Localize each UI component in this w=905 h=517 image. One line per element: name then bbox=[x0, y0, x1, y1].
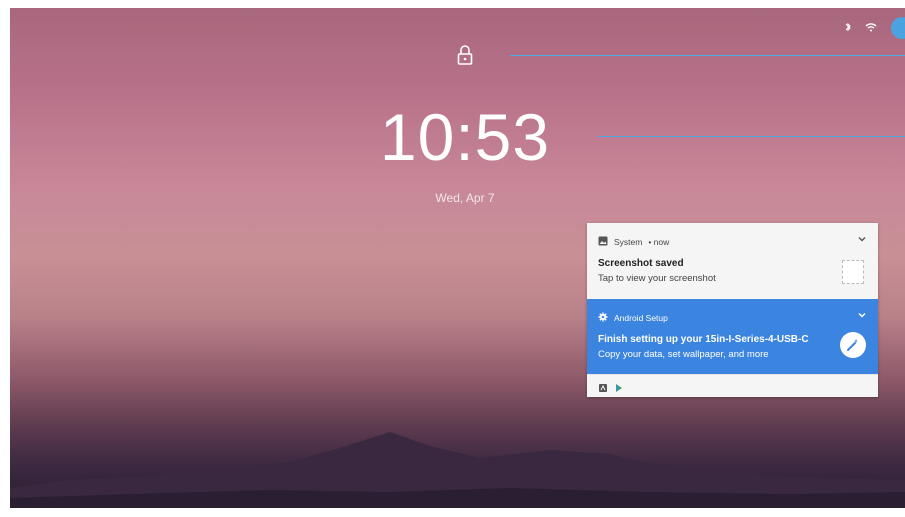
gear-icon bbox=[598, 312, 608, 324]
android-icon bbox=[598, 380, 608, 398]
mountain-silhouette bbox=[10, 432, 905, 508]
notification-header: Android Setup bbox=[598, 312, 668, 324]
notification-header: System • now bbox=[598, 236, 669, 248]
image-icon bbox=[598, 236, 608, 248]
lock-screen: 10:53 Wed, Apr 7 System • now Screenshot… bbox=[10, 8, 905, 508]
notification-stack: System • now Screenshot saved Tap to vie… bbox=[587, 223, 878, 397]
notification-text: Copy your data, set wallpaper, and more bbox=[598, 349, 769, 360]
notification-android-setup[interactable]: Android Setup Finish setting up your 15i… bbox=[587, 299, 878, 374]
status-bar bbox=[845, 17, 905, 39]
magic-wand-icon bbox=[840, 332, 866, 358]
notification-overflow-row[interactable] bbox=[587, 374, 878, 397]
clock-guide-line bbox=[598, 136, 905, 137]
notification-text: Tap to view your screenshot bbox=[598, 273, 716, 284]
notification-meta: • now bbox=[648, 237, 670, 247]
network-icon bbox=[865, 22, 877, 35]
user-avatar[interactable] bbox=[891, 17, 905, 39]
notification-app-name: System bbox=[614, 237, 643, 247]
play-store-icon bbox=[614, 380, 624, 398]
screenshot-thumbnail[interactable] bbox=[842, 260, 864, 284]
lockscreen-clock: 10:53 bbox=[379, 100, 551, 174]
chevron-down-icon[interactable] bbox=[858, 235, 866, 244]
chevron-down-icon[interactable] bbox=[858, 311, 866, 320]
notification-title: Screenshot saved bbox=[598, 258, 684, 269]
bluetooth-icon bbox=[845, 22, 851, 35]
lockscreen-date: Wed, Apr 7 bbox=[435, 191, 495, 205]
notification-screenshot-saved[interactable]: System • now Screenshot saved Tap to vie… bbox=[587, 223, 878, 299]
notification-app-name: Android Setup bbox=[614, 313, 668, 323]
lock-icon[interactable] bbox=[456, 44, 474, 66]
notification-title: Finish setting up your 15in-I-Series-4-U… bbox=[598, 334, 809, 345]
lock-guide-line bbox=[510, 55, 905, 56]
